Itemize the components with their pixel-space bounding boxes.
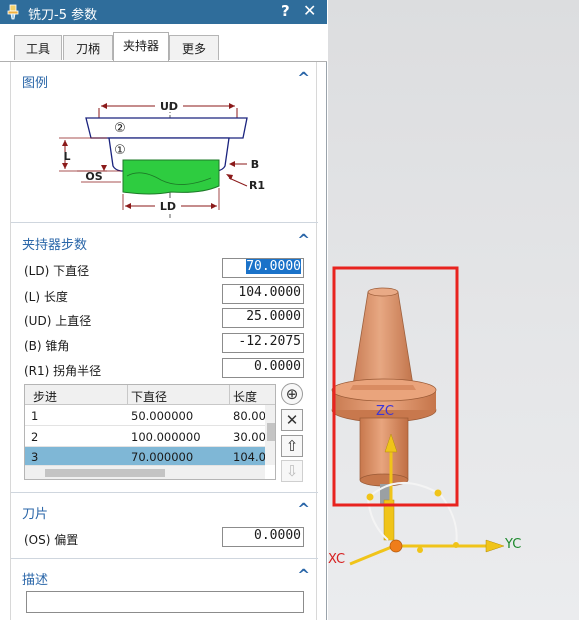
table-cell: 100.000000 — [131, 430, 201, 444]
vertical-scroll-thumb[interactable] — [267, 423, 275, 441]
legend-section-header[interactable]: 图例 ^ — [11, 64, 318, 94]
step-1-label: ① — [114, 143, 126, 158]
delete-step-button[interactable]: ✕ — [281, 409, 303, 431]
close-button[interactable]: ✕ — [303, 1, 316, 20]
table-cell: 2 — [31, 430, 39, 444]
ld-param-label: (LD) 下直径 — [24, 264, 90, 278]
move-up-icon: ⇧ — [285, 437, 299, 455]
b-label: B — [251, 158, 259, 171]
collapse-icon[interactable]: ^ — [297, 500, 310, 518]
move-down-button[interactable]: ⇩ — [281, 460, 303, 482]
collapse-icon[interactable]: ^ — [297, 231, 310, 249]
os-label: OS — [85, 170, 102, 183]
add-step-button[interactable]: ⊕ — [281, 383, 303, 405]
l-param-label: (L) 长度 — [24, 290, 68, 304]
table-cell: 80.00 — [233, 409, 266, 423]
column-header-length[interactable]: 长度 — [233, 388, 257, 405]
table-row[interactable]: 1 50.000000 80.00 — [25, 405, 266, 426]
holder-steps-header-label: 夹持器步数 — [22, 238, 88, 253]
legend-header-label: 图例 — [22, 76, 49, 91]
holder-steps-section-header[interactable]: 夹持器步数 ^ — [11, 226, 318, 256]
b-input[interactable]: -12.2075 — [222, 333, 304, 353]
ud-label: UD — [160, 100, 178, 113]
tab-tool[interactable]: 工具 — [14, 35, 62, 60]
holder-3d-view — [331, 266, 505, 566]
tab-strip: 工具 刀柄 夹持器 更多 — [0, 24, 327, 62]
table-cell: 50.000000 — [131, 409, 194, 423]
add-icon: ⊕ — [285, 385, 299, 403]
delete-icon: ✕ — [285, 411, 299, 429]
table-cell: 30.00 — [233, 430, 266, 444]
help-button[interactable]: ? — [281, 2, 290, 20]
column-header-lower-diameter[interactable]: 下直径 — [131, 388, 167, 405]
move-down-icon: ⇩ — [285, 462, 299, 480]
table-row-selected[interactable]: 3 70.000000 104.0 — [25, 447, 266, 466]
move-up-button[interactable]: ⇧ — [281, 435, 303, 457]
dialog-title: 铣刀-5 参数 — [28, 8, 98, 23]
holder-tab-content: 图例 ^ UD ② ① L OS B R1 LD 夹持器步数 ^ (LD) 下直… — [10, 62, 318, 620]
xc-axis-label: XC — [328, 552, 346, 567]
os-param-label: (OS) 偏置 — [24, 533, 79, 547]
table-header: 步进 下直径 长度 — [25, 385, 275, 405]
description-input[interactable] — [26, 591, 304, 613]
mill-tool-icon — [7, 4, 19, 20]
r1-param-label: (R1) 拐角半径 — [24, 364, 102, 378]
ld-input[interactable]: 70.0000 — [222, 258, 304, 278]
section-divider — [11, 492, 318, 493]
tab-shank[interactable]: 刀柄 — [63, 35, 113, 60]
ld-label: LD — [160, 200, 176, 213]
graphics-viewport[interactable]: ZC YC XC — [328, 0, 579, 620]
steps-table[interactable]: 步进 下直径 长度 1 50.000000 80.00 2 100.000000… — [24, 384, 276, 480]
description-section-header[interactable]: 描述 ^ — [11, 561, 318, 591]
l-label: L — [63, 150, 70, 163]
tab-holder[interactable]: 夹持器 — [113, 32, 169, 62]
horizontal-scroll-thumb[interactable] — [45, 469, 165, 477]
yc-axis-label: YC — [505, 537, 522, 552]
title-bar[interactable]: 铣刀-5 参数 ? ✕ — [0, 0, 327, 24]
table-cell: 104.0 — [233, 450, 266, 464]
b-param-label: (B) 锥角 — [24, 339, 70, 353]
ud-input[interactable]: 25.0000 — [222, 308, 304, 328]
table-row[interactable]: 2 100.000000 30.00 — [25, 426, 266, 447]
l-input[interactable]: 104.0000 — [222, 284, 304, 304]
table-cell: 70.000000 — [131, 450, 194, 464]
collapse-icon[interactable]: ^ — [297, 566, 310, 584]
parameters-dialog: 铣刀-5 参数 ? ✕ 工具 刀柄 夹持器 更多 图例 ^ UD ② ① L O… — [0, 0, 327, 620]
tab-more[interactable]: 更多 — [169, 35, 219, 60]
zc-axis-label: ZC — [376, 404, 394, 419]
section-divider — [11, 558, 318, 559]
table-cell: 1 — [31, 409, 39, 423]
description-header-label: 描述 — [22, 573, 49, 588]
os-input[interactable]: 0.0000 — [222, 527, 304, 547]
step-2-label: ② — [114, 121, 126, 136]
r1-label: R1 — [249, 179, 265, 192]
column-header-step[interactable]: 步进 — [33, 388, 57, 405]
section-divider — [11, 222, 318, 223]
blade-section-header[interactable]: 刀片 ^ — [11, 495, 318, 525]
ud-param-label: (UD) 上直径 — [24, 314, 92, 328]
blade-header-label: 刀片 — [22, 507, 49, 522]
r1-input[interactable]: 0.0000 — [222, 358, 304, 378]
collapse-icon[interactable]: ^ — [297, 69, 310, 87]
table-cell: 3 — [31, 450, 39, 464]
